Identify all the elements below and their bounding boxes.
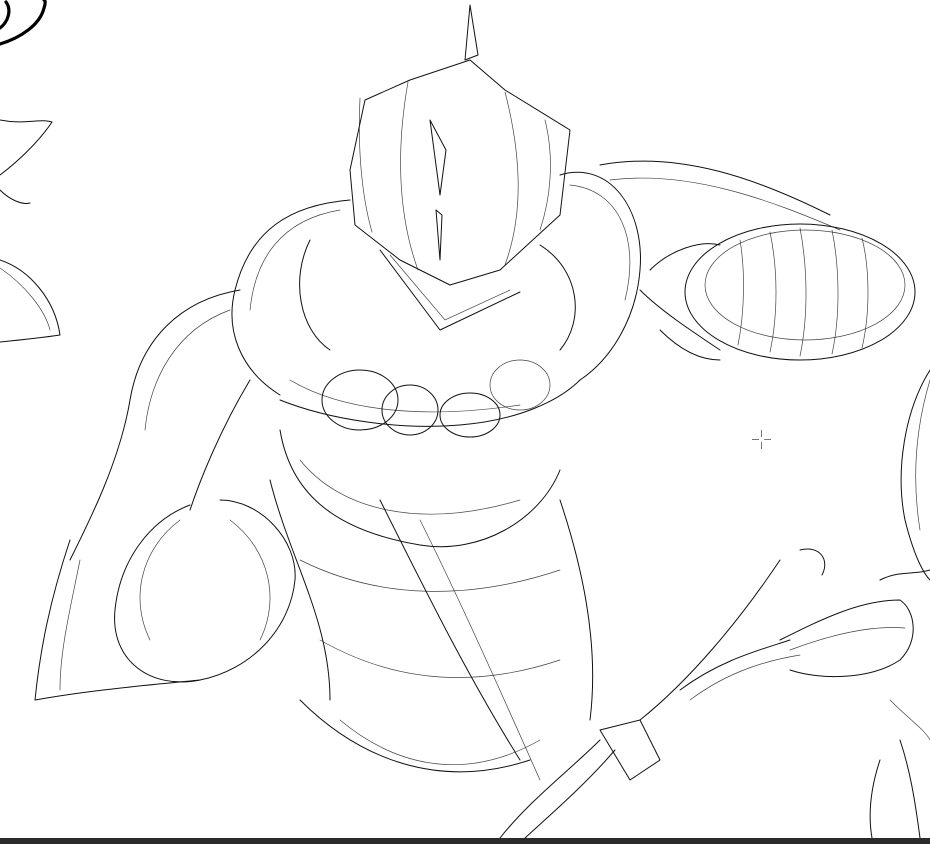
crosshair-icon bbox=[752, 430, 771, 449]
right-arm-sketch bbox=[599, 160, 916, 361]
torso-sketch bbox=[231, 171, 641, 781]
left-figure-sketch bbox=[0, 119, 61, 343]
drawing-canvas[interactable] bbox=[0, 0, 930, 838]
staff-sketch bbox=[499, 548, 826, 838]
sketch-layer bbox=[0, 0, 930, 838]
right-figure-sketch bbox=[779, 369, 930, 838]
bottom-scroll-bar[interactable] bbox=[0, 838, 930, 844]
speech-bubble-fragment bbox=[0, 0, 47, 46]
helmet-sketch bbox=[349, 4, 571, 331]
left-arm-sketch bbox=[34, 289, 296, 701]
